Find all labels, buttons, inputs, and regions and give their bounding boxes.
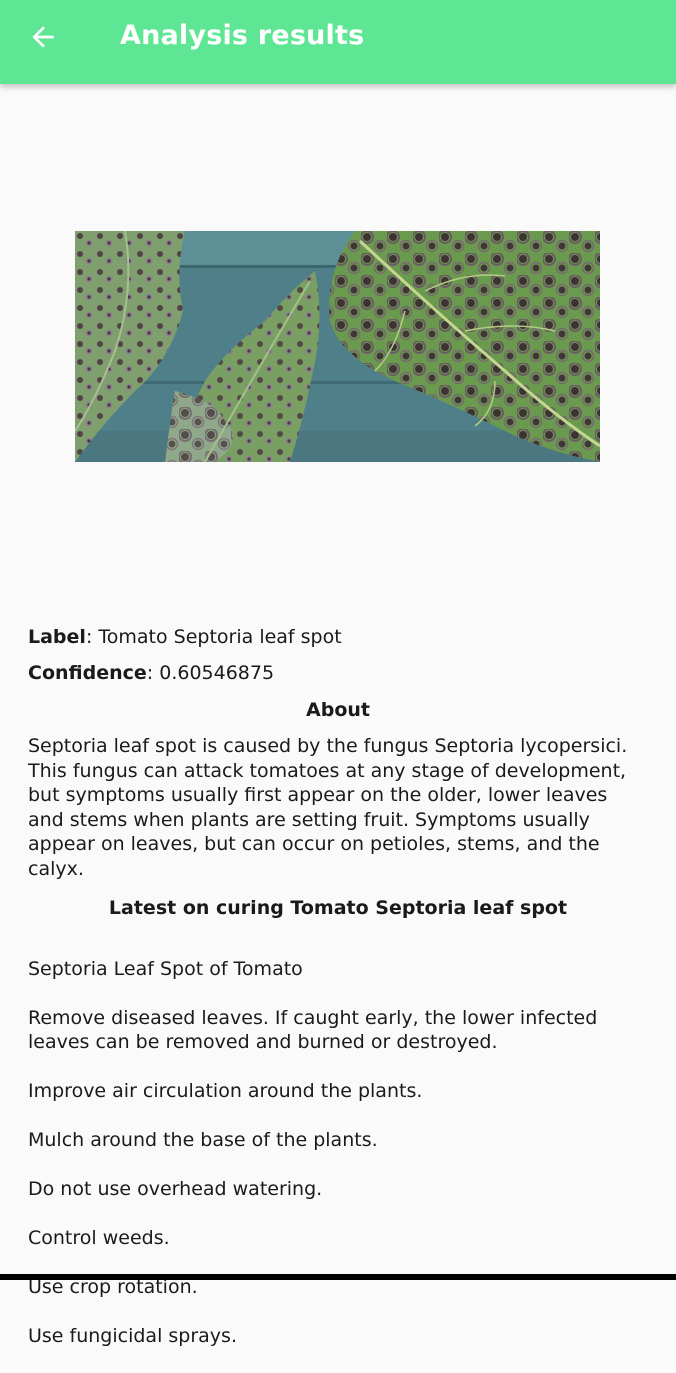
app-bar: Analysis results xyxy=(0,0,676,84)
cure-line: Septoria Leaf Spot of Tomato xyxy=(28,957,303,980)
arrow-left-icon xyxy=(32,26,54,48)
page-title: Analysis results xyxy=(120,20,365,51)
label-row: Label: Tomato Septoria leaf spot xyxy=(28,626,342,648)
cure-line: Do not use overhead watering. xyxy=(28,1178,323,1200)
leaf-photo xyxy=(75,231,600,462)
cure-line: Control weeds. xyxy=(28,1227,170,1249)
system-nav-bar xyxy=(0,1274,676,1280)
cure-line: Use fungicidal sprays. xyxy=(28,1325,237,1347)
label-key: Label xyxy=(28,626,86,648)
curing-heading: Latest on curing Tomato Septoria leaf sp… xyxy=(108,897,568,919)
confidence-row: Confidence: 0.60546875 xyxy=(28,662,275,684)
curing-list: Septoria Leaf Spot of Tomato Remove dise… xyxy=(28,932,648,1373)
about-text: Septoria leaf spot is caused by the fung… xyxy=(28,735,628,880)
cure-line: Remove diseased leaves. If caught early,… xyxy=(28,1006,598,1054)
confidence-value: 0.60546875 xyxy=(159,662,275,684)
cure-line: Improve air circulation around the plant… xyxy=(28,1080,423,1102)
back-button[interactable] xyxy=(18,12,68,62)
label-value: Tomato Septoria leaf spot xyxy=(98,626,342,648)
analyzed-leaf-image xyxy=(75,231,600,462)
about-heading: About xyxy=(306,699,370,721)
confidence-key: Confidence xyxy=(28,662,147,684)
cure-line: Mulch around the base of the plants. xyxy=(28,1129,378,1151)
